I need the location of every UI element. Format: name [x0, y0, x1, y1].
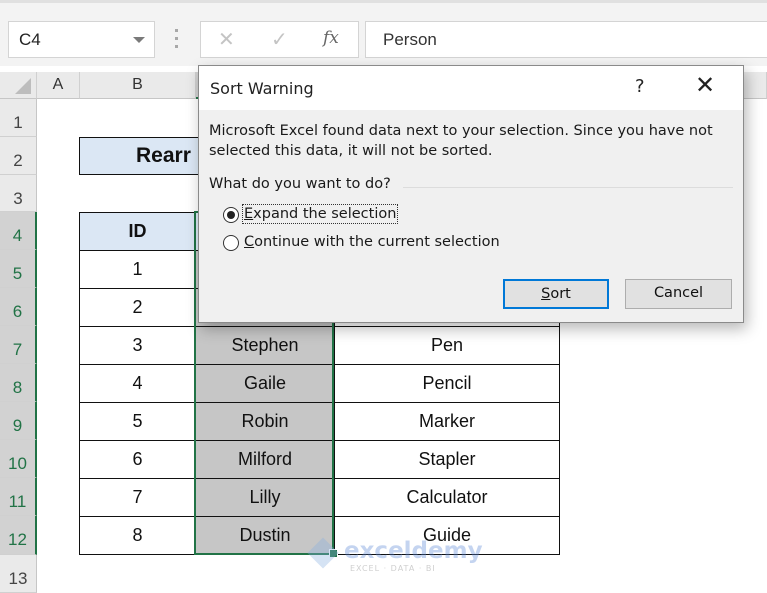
name-box-value: C4: [19, 30, 41, 49]
group-divider: [403, 187, 733, 188]
watermark: exceldemy EXCEL · DATA · BI: [307, 537, 483, 578]
dialog-titlebar[interactable]: Sort Warning ? ✕: [199, 66, 743, 110]
formula-buttons: ✕ ✓ fx: [200, 21, 359, 58]
name-box[interactable]: C4: [8, 21, 155, 58]
row-header-9[interactable]: 9: [0, 402, 37, 440]
insert-function-icon[interactable]: fx: [323, 28, 339, 48]
watermark-name: exceldemy: [344, 538, 483, 564]
row-header-2[interactable]: 2: [0, 137, 37, 175]
row-header-5[interactable]: 5: [0, 250, 37, 288]
cancel-icon[interactable]: ✕: [218, 27, 235, 51]
exceldemy-logo-icon: [307, 537, 339, 569]
table-header-id[interactable]: ID: [79, 212, 196, 251]
sort-warning-dialog: Sort Warning ? ✕ Microsoft Excel found d…: [198, 65, 744, 323]
row-header-3[interactable]: 3: [0, 175, 37, 212]
row-header-7[interactable]: 7: [0, 326, 37, 364]
formula-bar: C4 ✕ ✓ fx Person: [0, 0, 767, 66]
row-header-12[interactable]: 12: [0, 516, 37, 555]
row-header-8[interactable]: 8: [0, 364, 37, 402]
options-group-label: What do you want to do?: [209, 176, 391, 192]
cancel-button[interactable]: Cancel: [625, 279, 732, 309]
select-all-button[interactable]: [0, 72, 37, 99]
help-icon[interactable]: ?: [635, 76, 645, 97]
cell-id[interactable]: 8: [79, 516, 196, 555]
cell-product[interactable]: Pen: [334, 326, 560, 365]
formula-input[interactable]: Person: [365, 21, 767, 58]
cell-id[interactable]: 6: [79, 440, 196, 479]
dialog-message: Microsoft Excel found data next to your …: [209, 123, 713, 159]
column-header-a[interactable]: A: [37, 72, 80, 99]
cell-id[interactable]: 7: [79, 478, 196, 517]
radio-unselected-icon[interactable]: [223, 235, 239, 251]
cell-id[interactable]: 5: [79, 402, 196, 441]
cell-product[interactable]: Marker: [334, 402, 560, 441]
cell-product[interactable]: Calculator: [334, 478, 560, 517]
dialog-title: Sort Warning: [210, 79, 314, 98]
cell-id[interactable]: 2: [79, 288, 196, 327]
cell-id[interactable]: 3: [79, 326, 196, 365]
row-header-1[interactable]: 1: [0, 99, 37, 137]
radio-label: Expand the selection: [241, 204, 399, 224]
row-header-4[interactable]: 4: [0, 212, 37, 250]
row-header-11[interactable]: 11: [0, 478, 37, 516]
row-header-10[interactable]: 10: [0, 440, 37, 478]
row-header-6[interactable]: 6: [0, 288, 37, 326]
cell-product[interactable]: Pencil: [334, 364, 560, 403]
radio-selected-icon[interactable]: [223, 207, 239, 223]
radio-label: Continue with the current selection: [244, 234, 500, 250]
formula-value: Person: [383, 30, 437, 49]
cell-product[interactable]: Stapler: [334, 440, 560, 479]
check-icon[interactable]: ✓: [271, 27, 288, 51]
watermark-tagline: EXCEL · DATA · BI: [350, 564, 436, 573]
chevron-down-icon[interactable]: [133, 37, 145, 43]
cell-id[interactable]: 1: [79, 250, 196, 289]
drag-handle-icon[interactable]: [175, 29, 179, 51]
sort-button[interactable]: Sort: [503, 279, 609, 309]
column-header-b[interactable]: B: [80, 72, 196, 99]
close-icon[interactable]: ✕: [695, 72, 715, 98]
cell-id[interactable]: 4: [79, 364, 196, 403]
row-header-13[interactable]: 13: [0, 555, 37, 593]
select-all-icon: [15, 78, 31, 94]
